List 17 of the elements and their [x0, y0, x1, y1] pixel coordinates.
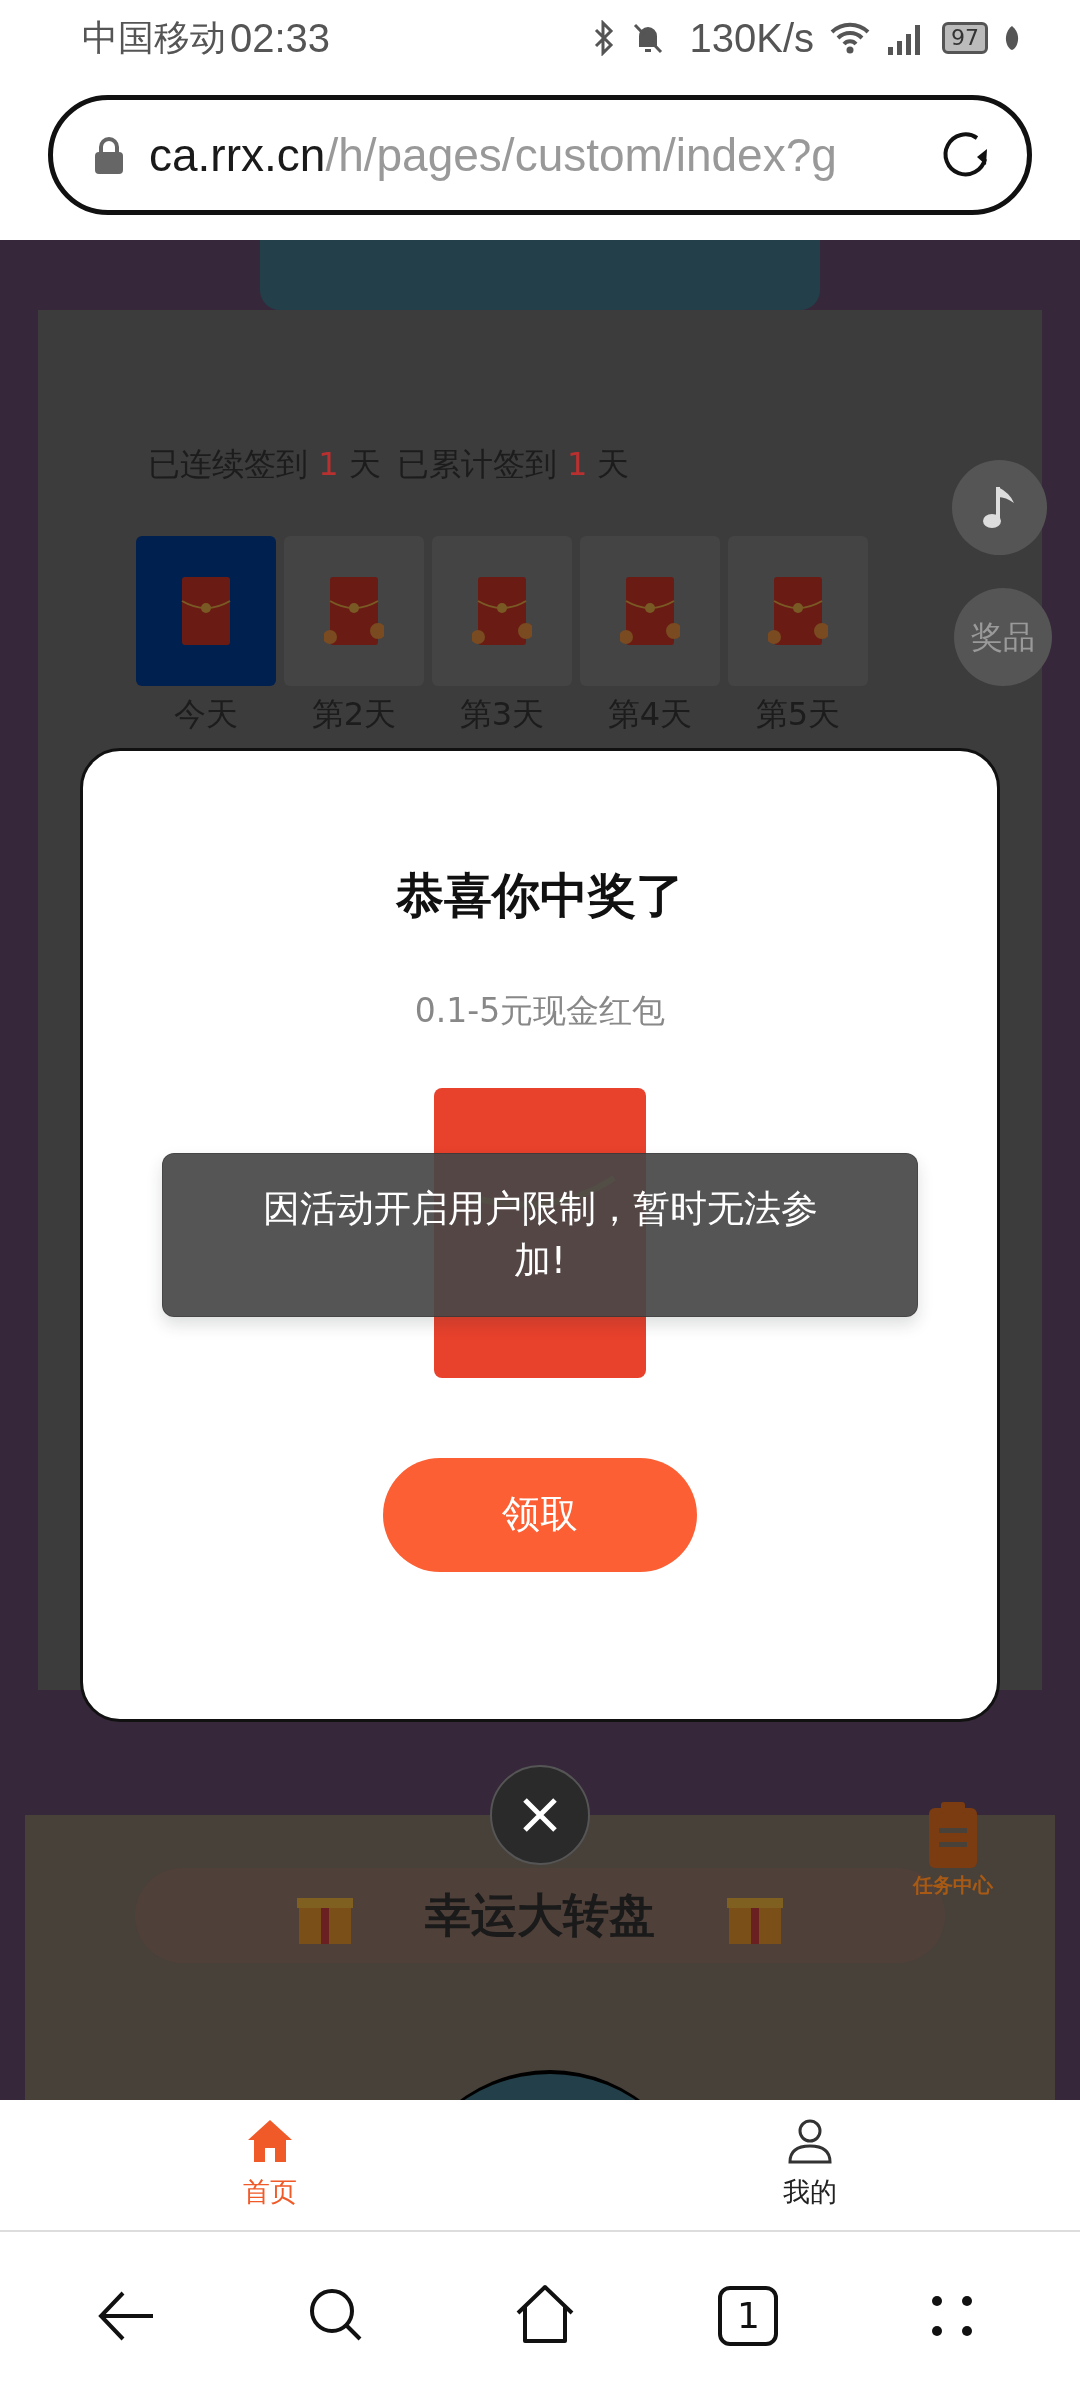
tabs-button[interactable]: 1: [718, 2286, 779, 2346]
tab-item[interactable]: 我的: [540, 2100, 1080, 2230]
prize-button[interactable]: 奖品: [954, 588, 1052, 686]
carrier-name: 中国移动: [82, 15, 226, 60]
network-speed: 130K/s: [689, 14, 814, 62]
dialog-title: 恭喜你中奖了: [396, 866, 684, 925]
address-bar[interactable]: ca.rrx.cn/h/pages/custom/index?g: [48, 95, 1032, 215]
url-domain: ca.rrx.cn: [149, 127, 326, 183]
prize-text: 0.1-5元现金红包: [414, 990, 666, 1032]
toast-message: 因活动开启用户限制，暂时无法参加!: [162, 1153, 918, 1317]
tab-item[interactable]: 首页: [0, 2100, 540, 2230]
task-center-label: 任务中心: [912, 1872, 993, 1899]
clock: 02:33: [230, 14, 331, 62]
task-center-button[interactable]: 任务中心: [905, 1800, 1000, 1900]
url-path: /h/pages/custom/index?g: [325, 127, 837, 183]
battery-level: 97: [942, 21, 988, 54]
claim-button[interactable]: 领取: [383, 1457, 697, 1572]
